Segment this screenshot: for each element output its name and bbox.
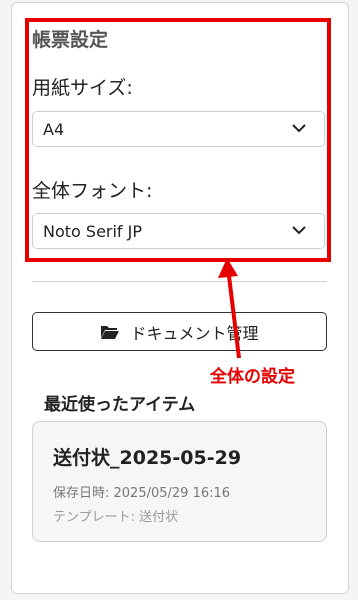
recent-item-card[interactable]: 送付状_2025-05-29 保存日時: 2025/05/29 16:16 テン… bbox=[32, 421, 327, 542]
folder-open-icon bbox=[101, 325, 120, 339]
divider bbox=[32, 281, 327, 282]
recent-item-saved-date: 保存日時: 2025/05/29 16:16 bbox=[53, 486, 231, 501]
recent-item-name: 送付状_2025-05-29 bbox=[53, 447, 242, 469]
document-management-button[interactable]: ドキュメント管理 bbox=[32, 312, 327, 351]
recent-item-template: テンプレート: 送付状 bbox=[53, 510, 179, 525]
document-management-label: ドキュメント管理 bbox=[130, 323, 259, 343]
recent-items-title: 最近使ったアイテム bbox=[44, 395, 196, 415]
settings-highlight-box bbox=[25, 18, 331, 262]
annotation-label: 全体の設定 bbox=[210, 367, 295, 387]
